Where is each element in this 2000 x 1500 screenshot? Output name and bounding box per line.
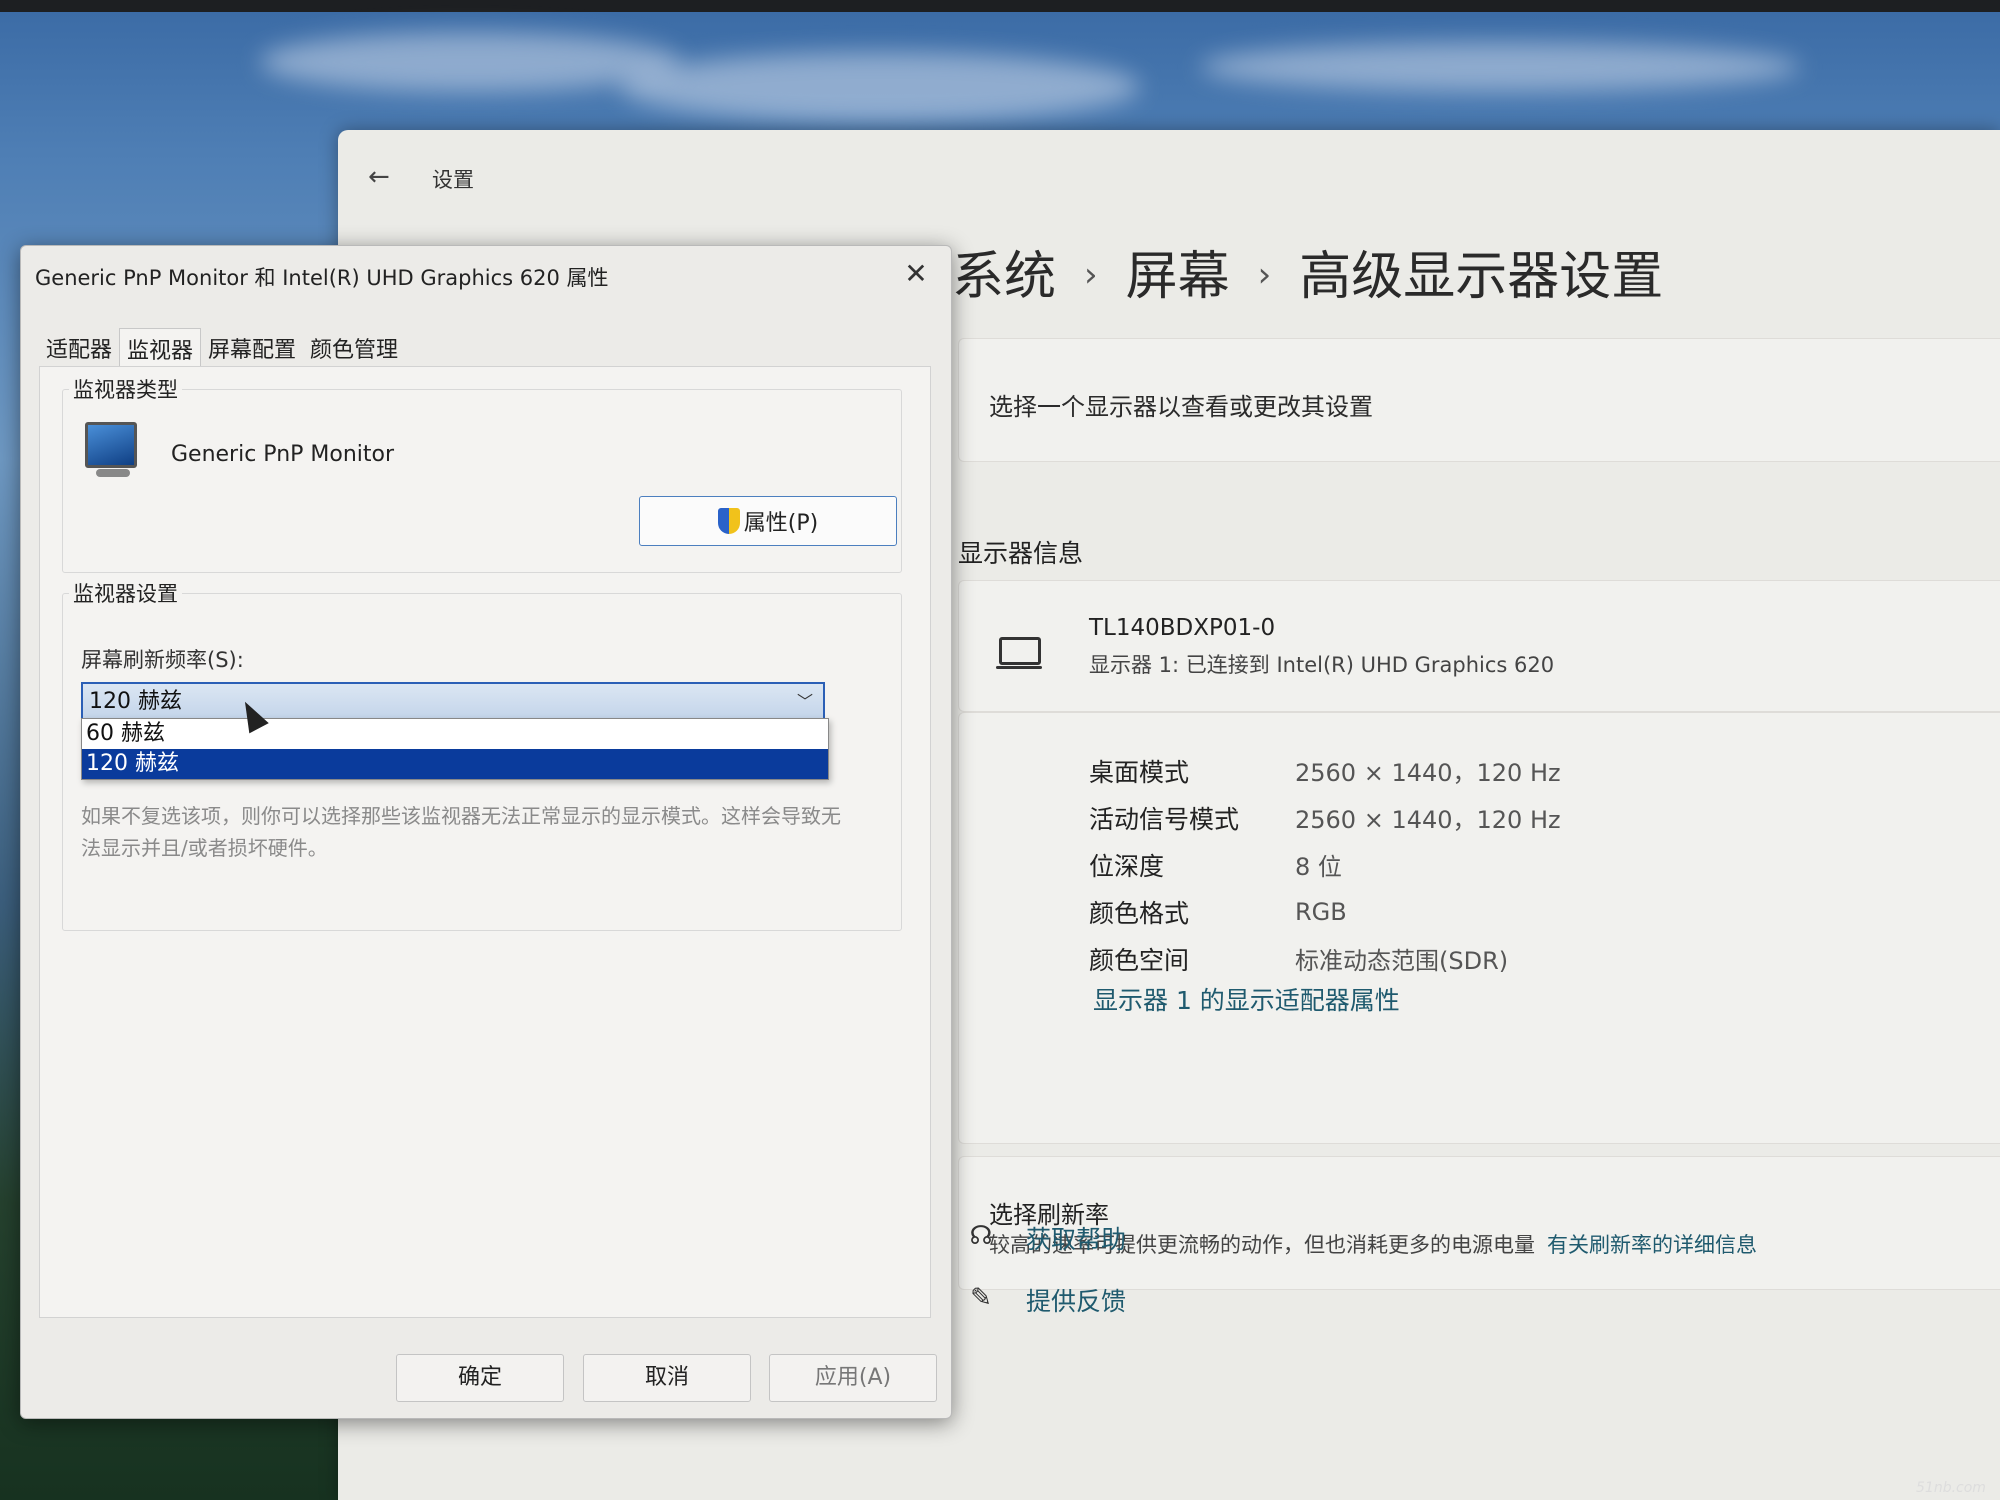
chevron-down-icon: ﹀	[796, 692, 813, 711]
tab-monitor[interactable]: 监视器	[119, 328, 202, 371]
help-icon: ☊	[969, 1221, 993, 1251]
chevron-right-icon: ›	[1257, 255, 1272, 295]
detail-row: 颜色格式 RGB	[1089, 888, 1561, 935]
detail-value: RGB	[1295, 897, 1347, 926]
detail-label: 活动信号模式	[1089, 804, 1240, 834]
detail-row: 活动信号模式 2560 × 1440，120 Hz	[1089, 794, 1561, 841]
monitor-settings-label: 监视器设置	[69, 578, 182, 608]
settings-title: 设置	[432, 168, 474, 192]
monitor-name: Generic PnP Monitor	[171, 442, 395, 467]
display-details-list: 桌面模式 2560 × 1440，120 Hz 活动信号模式 2560 × 1440…	[1089, 747, 1561, 982]
chevron-right-icon: ›	[1084, 255, 1098, 295]
close-icon[interactable]: ✕	[893, 254, 939, 294]
get-help-label: 获取帮助	[1026, 1225, 1127, 1254]
dialog-tabs: 适配器 监视器 屏幕配置 颜色管理	[39, 328, 405, 371]
adapter-properties-link[interactable]: 显示器 1 的显示适配器属性	[1093, 981, 1400, 1017]
refresh-rate-selected: 120 赫兹	[89, 689, 182, 714]
watermark: 51nb.com	[1916, 1480, 1986, 1496]
refresh-rate-label: 屏幕刷新频率(S):	[81, 648, 244, 672]
refresh-option[interactable]: 60 赫兹	[82, 719, 828, 749]
detail-value: 8 位	[1295, 853, 1342, 881]
monitor-icon	[85, 422, 137, 477]
apply-button[interactable]: 应用(A)	[769, 1354, 937, 1402]
refresh-rate-select[interactable]: 120 赫兹 ﹀	[81, 682, 825, 720]
breadcrumb-display[interactable]: 屏幕	[1126, 247, 1230, 307]
detail-row: 颜色空间 标准动态范围(SDR)	[1089, 935, 1561, 982]
laptop-monitor-icon	[996, 637, 1042, 669]
display-info-card: TL140BDXP01-0 显示器 1: 已连接到 Intel(R) UHD G…	[958, 580, 2000, 712]
monitor-model: TL140BDXP01-0	[1089, 615, 1276, 641]
detail-row: 位深度 8 位	[1089, 841, 1561, 888]
refresh-rate-dropdown: 60 赫兹 120 赫兹	[81, 718, 829, 780]
uac-shield-icon	[717, 508, 740, 534]
monitor-connection: 显示器 1: 已连接到 Intel(R) UHD Graphics 620	[1089, 653, 1555, 677]
detail-value: 2560 × 1440，120 Hz	[1295, 759, 1561, 787]
refresh-rate-info-link[interactable]: 有关刷新率的详细信息	[1547, 1233, 1757, 1257]
monitor-tab-panel: 监视器类型 Generic PnP Monitor 属性(P) 监视器设置 屏幕…	[39, 366, 931, 1318]
back-arrow-icon[interactable]: ←	[368, 162, 390, 192]
monitor-type-group: 监视器类型 Generic PnP Monitor 属性(P)	[62, 374, 902, 573]
feedback-label: 提供反馈	[1026, 1287, 1127, 1316]
hide-modes-hint: 如果不复选该项，则你可以选择那些该监视器无法正常显示的显示模式。这样会导致无法显…	[81, 804, 841, 860]
breadcrumb: 系统 › 屏幕 › 高级显示器设置	[952, 234, 1663, 309]
detail-row: 桌面模式 2560 × 1440，120 Hz	[1089, 747, 1561, 794]
detail-value: 2560 × 1440，120 Hz	[1295, 806, 1561, 834]
tab-adapter[interactable]: 适配器	[39, 328, 119, 371]
detail-label: 位深度	[1089, 851, 1165, 881]
display-info-header: 显示器信息	[958, 539, 1084, 568]
monitor-type-label: 监视器类型	[69, 374, 182, 404]
monitor-properties-dialog: Generic PnP Monitor 和 Intel(R) UHD Graph…	[20, 245, 952, 1419]
ok-button[interactable]: 确定	[396, 1354, 564, 1402]
detail-label: 颜色格式	[1089, 898, 1190, 928]
select-display-card[interactable]: 选择一个显示器以查看或更改其设置	[958, 338, 2000, 462]
tab-color-management[interactable]: 颜色管理	[303, 328, 405, 371]
refresh-option[interactable]: 120 赫兹	[82, 749, 828, 779]
screen-bezel	[0, 0, 2000, 12]
detail-value: 标准动态范围(SDR)	[1295, 947, 1509, 975]
feedback-link[interactable]: ✎ 提供反馈	[964, 1282, 1126, 1318]
breadcrumb-advanced-display: 高级显示器设置	[1299, 247, 1664, 307]
display-details-card: 桌面模式 2560 × 1440，120 Hz 活动信号模式 2560 × 1440…	[958, 712, 2000, 1144]
feedback-icon: ✎	[970, 1283, 992, 1313]
properties-button-label: 属性(P)	[743, 511, 819, 536]
get-help-link[interactable]: ☊ 获取帮助	[964, 1220, 1126, 1256]
select-display-label: 选择一个显示器以查看或更改其设置	[989, 393, 1373, 421]
monitor-properties-button[interactable]: 属性(P)	[639, 496, 897, 546]
breadcrumb-system[interactable]: 系统	[952, 247, 1056, 307]
dialog-title: Generic PnP Monitor 和 Intel(R) UHD Graph…	[35, 266, 609, 290]
monitor-settings-group: 监视器设置 屏幕刷新频率(S): 120 赫兹 ﹀ 60 赫兹 120 赫兹 如…	[62, 578, 902, 931]
detail-label: 桌面模式	[1089, 757, 1190, 787]
tab-screen-config[interactable]: 屏幕配置	[201, 328, 303, 371]
detail-label: 颜色空间	[1089, 945, 1190, 975]
cancel-button[interactable]: 取消	[583, 1354, 751, 1402]
